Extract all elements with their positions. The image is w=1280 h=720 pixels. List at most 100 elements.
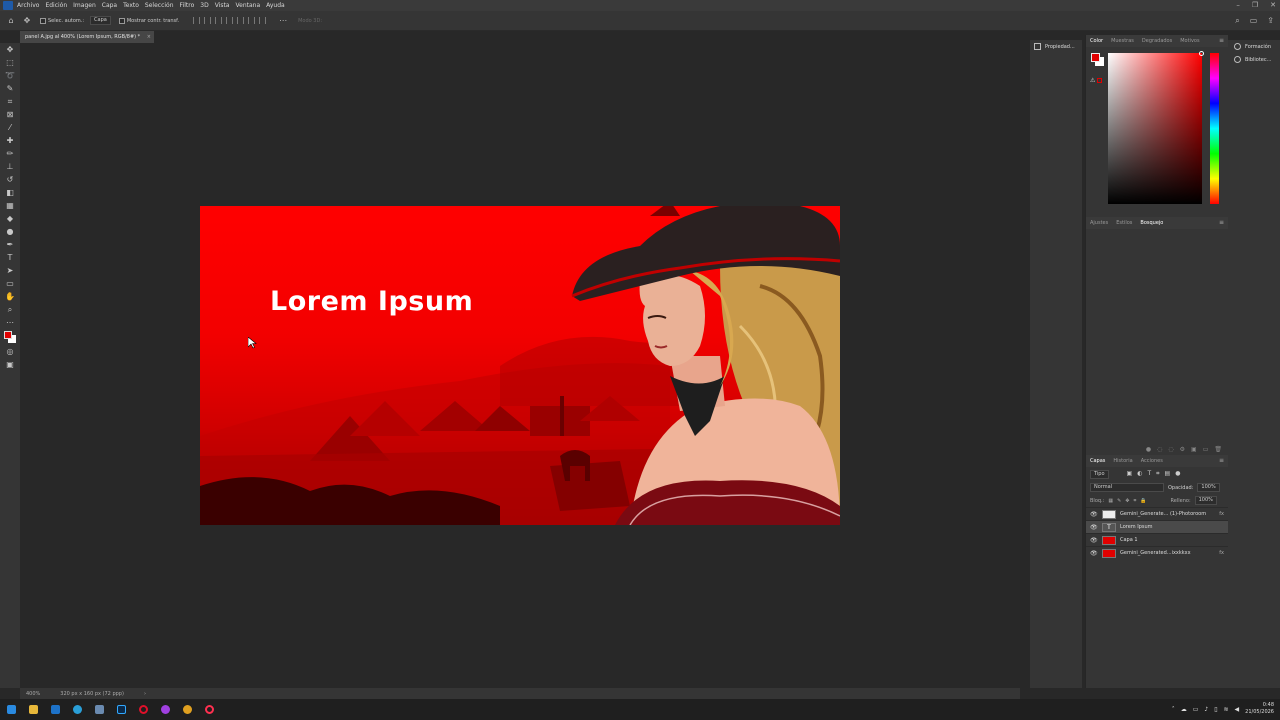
filter-shape-icon[interactable]: ⌗ bbox=[1156, 470, 1159, 478]
battery-icon[interactable]: ▯ bbox=[1214, 706, 1217, 713]
align-center-icon[interactable] bbox=[204, 17, 212, 24]
type-tool-icon[interactable]: T bbox=[0, 251, 20, 264]
quick-select-tool-icon[interactable]: ✎ bbox=[0, 82, 20, 95]
color-swatches[interactable] bbox=[0, 329, 20, 345]
screen-mode-icon[interactable]: ▣ bbox=[0, 358, 20, 371]
menu-capa[interactable]: Capa bbox=[102, 2, 117, 9]
menu-imagen[interactable]: Imagen bbox=[73, 2, 96, 9]
close-icon[interactable]: ✕ bbox=[1270, 1, 1276, 9]
menu-archivo[interactable]: Archivo bbox=[17, 2, 39, 9]
search-icon[interactable]: ⌕ bbox=[1235, 16, 1239, 26]
layer-effects-icon[interactable]: fx bbox=[1219, 550, 1224, 556]
align-top-icon[interactable] bbox=[237, 17, 245, 24]
menu-3d[interactable]: 3D bbox=[200, 2, 208, 9]
home-icon[interactable]: ⌂ bbox=[6, 16, 16, 26]
lock-all-icon[interactable]: 🔒 bbox=[1140, 498, 1146, 504]
minimize-icon[interactable]: – bbox=[1236, 1, 1240, 9]
auto-select-checkbox[interactable] bbox=[40, 17, 46, 24]
menu-filtro[interactable]: Filtro bbox=[180, 2, 195, 9]
color-field-marker[interactable] bbox=[1199, 51, 1204, 56]
filter-toggle-icon[interactable]: ● bbox=[1175, 470, 1180, 478]
artwork-title-text[interactable]: Lorem Ipsum bbox=[270, 286, 473, 317]
path-selection-tool-icon[interactable]: ➤ bbox=[0, 264, 20, 277]
menu-edicion[interactable]: Edición bbox=[45, 2, 67, 9]
app-icon[interactable] bbox=[88, 699, 110, 720]
hue-slider[interactable] bbox=[1210, 53, 1219, 204]
document-tab[interactable]: panel A.jpg al 400% (Lorem Ipsum, RGB/8#… bbox=[20, 31, 154, 43]
canvas-area[interactable]: Lorem Ipsum bbox=[20, 43, 1019, 688]
image-icon[interactable]: ▣ bbox=[1191, 446, 1197, 453]
lock-artboard-icon[interactable]: ⌗ bbox=[1133, 498, 1136, 504]
messenger-icon[interactable] bbox=[154, 699, 176, 720]
photoshop-taskbar-icon[interactable] bbox=[110, 699, 132, 720]
dodge-tool-icon[interactable]: ● bbox=[0, 225, 20, 238]
fill-input[interactable]: 100% bbox=[1194, 496, 1217, 505]
eraser-icon[interactable]: ◌ bbox=[1157, 446, 1162, 453]
menu-texto[interactable]: Texto bbox=[123, 2, 139, 9]
layer-name[interactable]: Lorem Ipsum bbox=[1120, 524, 1224, 530]
align-bottom-icon[interactable] bbox=[259, 17, 267, 24]
crop-tool-icon[interactable]: ⌗ bbox=[0, 95, 20, 108]
zoom-tool-icon[interactable]: ⌕ bbox=[0, 303, 20, 316]
align-middle-icon[interactable] bbox=[248, 17, 256, 24]
onedrive-icon[interactable]: ☁ bbox=[1181, 706, 1187, 713]
opera-browser-icon[interactable] bbox=[132, 699, 154, 720]
filter-type-icon[interactable]: T bbox=[1147, 470, 1151, 478]
foreground-color-chip[interactable] bbox=[1091, 53, 1100, 62]
file-explorer-icon[interactable] bbox=[22, 699, 44, 720]
document-size-info[interactable]: 320 px x 160 px (72 ppp) bbox=[60, 691, 124, 697]
workspace-icon[interactable]: ▭ bbox=[1250, 16, 1258, 26]
properties-panel-button[interactable]: Propiedad... bbox=[1030, 40, 1082, 53]
foreground-color-swatch[interactable] bbox=[4, 331, 12, 339]
brush-icon[interactable]: ● bbox=[1146, 446, 1151, 453]
layer-name[interactable]: Capa 1 bbox=[1120, 537, 1224, 543]
filter-pixel-icon[interactable]: ▣ bbox=[1127, 470, 1133, 478]
layer-effects-icon[interactable]: fx bbox=[1219, 511, 1224, 517]
wifi-icon[interactable]: ≋ bbox=[1224, 706, 1229, 713]
filter-smart-icon[interactable]: ▤ bbox=[1165, 470, 1171, 478]
tab-color[interactable]: Color bbox=[1090, 38, 1103, 44]
learn-panel-button[interactable]: Formación bbox=[1228, 40, 1280, 53]
blend-mode-dropdown[interactable]: Normal bbox=[1090, 483, 1164, 492]
more-tools-icon[interactable]: ⋯ bbox=[0, 316, 20, 329]
volume-icon[interactable]: ◀ bbox=[1235, 706, 1240, 713]
layer-row[interactable]: 👁 Gemini_Generated...ixxkkxx fx bbox=[1086, 546, 1228, 559]
opacity-input[interactable]: 100% bbox=[1197, 483, 1220, 492]
gamut-swatch[interactable] bbox=[1097, 78, 1102, 83]
layer-row[interactable]: 👁 Gemini_Generate... (1)-Photoroom fx bbox=[1086, 507, 1228, 520]
visibility-eye-icon[interactable]: 👁 bbox=[1090, 511, 1098, 518]
show-transform-checkbox[interactable] bbox=[118, 17, 125, 24]
pen-tool-icon[interactable]: ✒ bbox=[0, 238, 20, 251]
document-canvas[interactable]: Lorem Ipsum bbox=[200, 206, 840, 525]
gradient-tool-icon[interactable]: ▦ bbox=[0, 199, 20, 212]
tray-chevron-icon[interactable]: ˄ bbox=[1172, 706, 1175, 713]
history-brush-tool-icon[interactable]: ↺ bbox=[0, 173, 20, 186]
lock-pixels-icon[interactable]: ▦ bbox=[1108, 498, 1113, 504]
brush-tool-icon[interactable]: ✏ bbox=[0, 147, 20, 160]
distribute-icon[interactable] bbox=[226, 17, 234, 24]
more-options-icon[interactable]: ⋯ bbox=[278, 16, 288, 26]
share-icon[interactable]: ⇪ bbox=[1267, 16, 1274, 26]
panel-menu-icon[interactable]: ≡ bbox=[1219, 37, 1224, 44]
lock-position-icon[interactable]: ✥ bbox=[1125, 498, 1129, 504]
tab-sketch[interactable]: Bosquejo bbox=[1140, 220, 1163, 226]
duplicate-icon[interactable]: ▭ bbox=[1203, 446, 1209, 453]
tab-history[interactable]: Historia bbox=[1113, 458, 1132, 464]
network-icon[interactable]: ▭ bbox=[1193, 706, 1199, 713]
tab-gradients[interactable]: Degradados bbox=[1142, 38, 1172, 44]
mail-app-icon[interactable] bbox=[44, 699, 66, 720]
close-tab-icon[interactable]: × bbox=[147, 31, 151, 43]
frame-tool-icon[interactable]: ⊠ bbox=[0, 108, 20, 121]
menu-seleccion[interactable]: Selección bbox=[145, 2, 174, 9]
clear-icon[interactable]: ◌ bbox=[1168, 446, 1173, 453]
filter-adjust-icon[interactable]: ◐ bbox=[1137, 470, 1142, 478]
color-field[interactable] bbox=[1108, 51, 1204, 204]
restore-icon[interactable]: ❐ bbox=[1252, 1, 1258, 9]
libraries-panel-button[interactable]: Bibliotec... bbox=[1228, 53, 1280, 66]
tab-adjustments[interactable]: Ajustes bbox=[1090, 220, 1108, 226]
rectangle-tool-icon[interactable]: ▭ bbox=[0, 277, 20, 290]
move-tool-icon[interactable]: ✥ bbox=[0, 43, 20, 56]
filter-kind-dropdown[interactable]: Tipo bbox=[1090, 469, 1109, 479]
windows-start-icon[interactable] bbox=[0, 699, 22, 720]
lock-paint-icon[interactable]: ✎ bbox=[1117, 498, 1121, 504]
